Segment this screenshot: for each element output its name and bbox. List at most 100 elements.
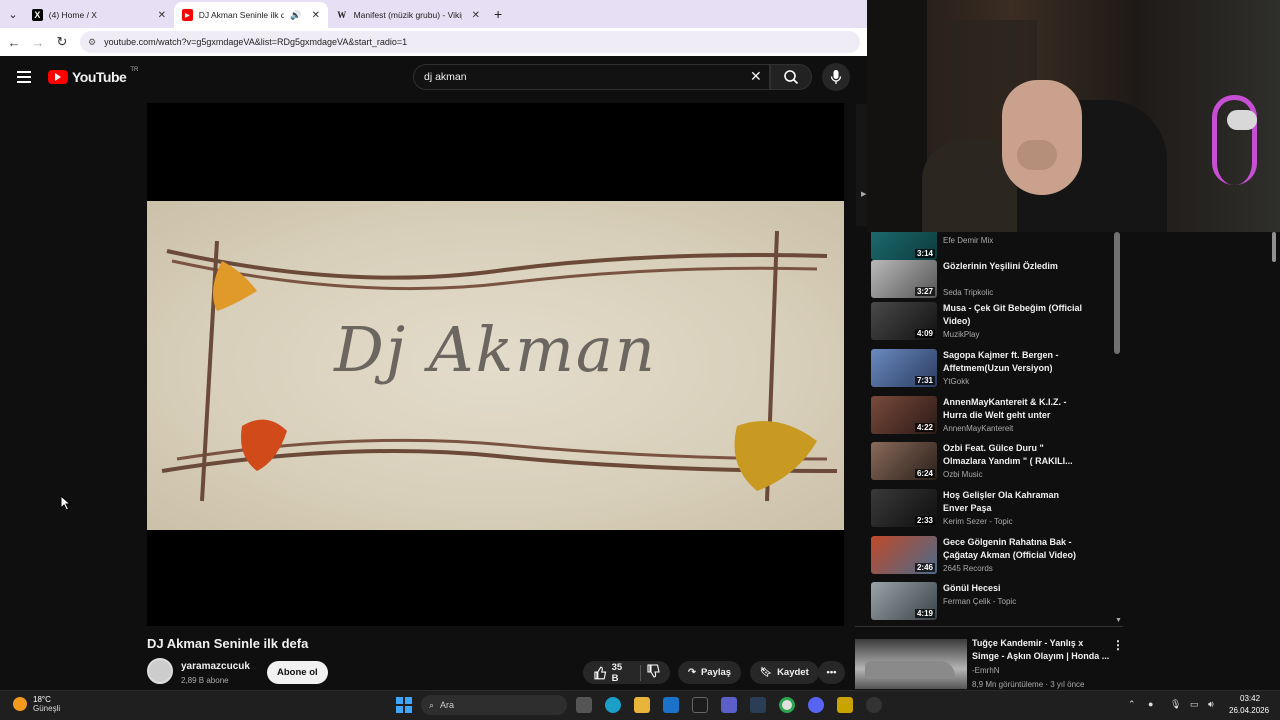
playlist-item[interactable]: 7:31 Sagopa Kajmer ft. Bergen - Affetmem(… (871, 349, 1121, 389)
clear-search-icon[interactable]: ✕ (750, 68, 762, 85)
tab-wikipedia[interactable]: W Manifest (müzik grubu) - Vikipe ✕ (328, 2, 488, 28)
playlist-item-title[interactable]: Gözlerinin Yeşilini Özledim (943, 260, 1083, 273)
forward-icon[interactable]: → (26, 35, 50, 50)
playlist-item[interactable]: 4:22 AnnenMayKantereit & K.I.Z. - Hurra d… (871, 396, 1121, 436)
windows-start-icon[interactable] (396, 697, 412, 713)
recommended-video-title[interactable]: Tuğçe Kandemir - Yanlış x Simge - Aşkın … (972, 637, 1110, 663)
dislike-button[interactable] (646, 664, 660, 681)
volume-icon[interactable]: 🔊︎ (1208, 699, 1214, 710)
tray-app-icon[interactable]: ● (1148, 699, 1153, 709)
duration-badge: 2:33 (914, 516, 935, 525)
speaker-icon[interactable]: 🔊 (290, 10, 301, 21)
voice-search-button[interactable] (822, 63, 850, 91)
outlook-icon[interactable] (663, 697, 679, 713)
playlist-item[interactable]: 2:46 Gece Gölgenin Rahatına Bak - Çağatay… (871, 536, 1121, 576)
tab-x[interactable]: X (4) Home / X ✕ (24, 2, 174, 28)
url-field[interactable]: ⚙ youtube.com/watch?v=g5gxmdageVA&list=R… (80, 31, 860, 53)
playlist-item-thumbnail[interactable]: 2:46 (871, 536, 937, 574)
playlist-item[interactable]: 4:19 Gönül Hecesi Ferman Çelik - Topic (871, 582, 1121, 622)
playlist-item[interactable]: 6:24 Ozbi Feat. Gülce Duru " Olmazlara Ya… (871, 442, 1121, 482)
playlist-item[interactable]: 2:33 Hoş Gelişler Ola Kahraman Enver Paşa… (871, 489, 1121, 529)
task-view-icon[interactable] (576, 697, 592, 713)
close-icon[interactable]: ✕ (472, 10, 480, 21)
app-icon[interactable] (837, 697, 853, 713)
playlist-item-channel: YtGokk (943, 377, 970, 386)
new-tab-icon[interactable]: + (494, 6, 502, 22)
channel-avatar[interactable] (147, 658, 173, 684)
clock-time[interactable]: 03:42 (1240, 694, 1260, 703)
scroll-down-icon[interactable]: ▼ (1115, 617, 1122, 624)
playlist-panel: 3:14 Efe Demir Mix 3:27 Gözlerinin Yeşilini… (855, 230, 1123, 626)
more-options-icon[interactable]: ⋮ (1112, 638, 1124, 652)
duration-badge: 6:24 (914, 469, 935, 478)
playlist-item-title[interactable]: Gönül Hecesi (943, 582, 1083, 595)
steam-icon[interactable] (750, 697, 766, 713)
weather-widget[interactable]: 18°C Güneşli (13, 695, 60, 713)
discord-icon[interactable] (808, 697, 824, 713)
recommended-video-thumbnail[interactable] (855, 639, 967, 689)
youtube-logo[interactable]: YouTube TR (48, 67, 138, 85)
microphone-tray-icon[interactable]: 🎙︎ (1170, 699, 1181, 710)
share-button[interactable]: ↷ Paylaş (678, 661, 742, 684)
playlist-item-thumbnail[interactable]: 7:31 (871, 349, 937, 387)
search-placeholder: Ara (440, 700, 455, 710)
file-explorer-icon[interactable] (634, 697, 650, 713)
playlist-scrollbar[interactable] (1114, 232, 1120, 354)
edge-icon[interactable] (605, 697, 621, 713)
playlist-item-thumbnail[interactable]: 4:09 (871, 302, 937, 340)
playlist-item-title[interactable]: Ozbi Feat. Gülce Duru " Olmazlara Yandım… (943, 442, 1083, 468)
menu-icon[interactable] (17, 71, 31, 86)
car-shape (865, 661, 955, 679)
tab-youtube[interactable]: ▶ DJ Akman Seninle ilk defa - 🔊 ✕ (174, 2, 328, 28)
duration-badge: 3:14 (914, 249, 935, 258)
playlist-item-title[interactable]: Sagopa Kajmer ft. Bergen - Affetmem(Uzun… (943, 349, 1083, 375)
close-icon[interactable]: ✕ (158, 10, 166, 21)
channel-name[interactable]: yaramazcucuk (181, 661, 250, 672)
page-scrollbar[interactable] (1272, 232, 1276, 262)
playlist-item[interactable]: 3:27 Gözlerinin Yeşilini Özledim Seda Trip… (871, 260, 1121, 300)
like-button[interactable]: 35 B (593, 662, 631, 684)
playlist-item-title[interactable]: Hoş Gelişler Ola Kahraman Enver Paşa (943, 489, 1083, 515)
subscribe-button[interactable]: Abone ol (267, 661, 328, 684)
url-text: youtube.com/watch?v=g5gxmdageVA&list=RDg… (104, 37, 408, 47)
playlist-item-title[interactable]: Gece Gölgenin Rahatına Bak - Çağatay Akm… (943, 536, 1083, 562)
playlist-item-channel: MuzikPlay (943, 330, 980, 339)
playlist-item-channel: Ozbi Music (943, 470, 983, 479)
playlist-item-channel: AnnenMayKantereit (943, 424, 1014, 433)
duration-badge: 4:19 (914, 609, 935, 618)
playlist-item-thumbnail[interactable]: 3:27 (871, 260, 937, 298)
chrome-icon[interactable] (779, 697, 795, 713)
save-button[interactable]: 🔖︎ Kaydet (750, 661, 819, 684)
tab-search-icon[interactable]: ⌄ (2, 3, 24, 25)
terminal-icon[interactable] (692, 697, 708, 713)
tray-expand-icon[interactable]: ⌃ (1128, 699, 1136, 710)
playlist-item-thumbnail[interactable]: 2:33 (871, 489, 937, 527)
playlist-item-title[interactable]: Musa - Çek Git Bebeğim (Official Video) (943, 302, 1083, 328)
recommended-video-channel[interactable]: -EmrhN (972, 666, 1000, 675)
search-input[interactable]: dj akman (413, 64, 770, 90)
expand-arrow-icon[interactable]: ▶ (861, 190, 866, 198)
playlist-item-thumbnail[interactable]: 4:22 (871, 396, 937, 434)
more-actions-button[interactable]: ••• (818, 661, 845, 684)
teams-icon[interactable] (721, 697, 737, 713)
reload-icon[interactable]: ↻ (50, 34, 74, 50)
webcam-overlay (867, 0, 1280, 232)
playlist-item-thumbnail[interactable]: 6:24 (871, 442, 937, 480)
settings-icon[interactable] (866, 697, 882, 713)
playlist-item-channel: 2645 Records (943, 564, 993, 573)
playlist-item[interactable]: 3:14 Efe Demir Mix (871, 230, 1121, 262)
close-icon[interactable]: ✕ (312, 10, 320, 21)
search-button[interactable] (770, 64, 812, 90)
playlist-item-thumbnail[interactable]: 3:14 (871, 230, 937, 260)
taskbar-search-input[interactable]: ⌕ Ara (421, 695, 567, 715)
playlist-item-title[interactable]: AnnenMayKantereit & K.I.Z. - Hurra die W… (943, 396, 1083, 422)
duration-badge: 4:09 (914, 329, 935, 338)
back-icon[interactable]: ← (2, 35, 26, 50)
network-icon[interactable]: ▭ (1190, 699, 1199, 710)
playlist-item[interactable]: 4:09 Musa - Çek Git Bebeğim (Official Vid… (871, 302, 1121, 342)
video-title: DJ Akman Seninle ilk defa (147, 636, 309, 651)
video-frame[interactable]: Dj Akman (147, 201, 844, 530)
playlist-item-thumbnail[interactable]: 4:19 (871, 582, 937, 620)
site-info-icon[interactable]: ⚙ (88, 37, 96, 48)
clock-date[interactable]: 26.04.2026 (1229, 706, 1269, 715)
